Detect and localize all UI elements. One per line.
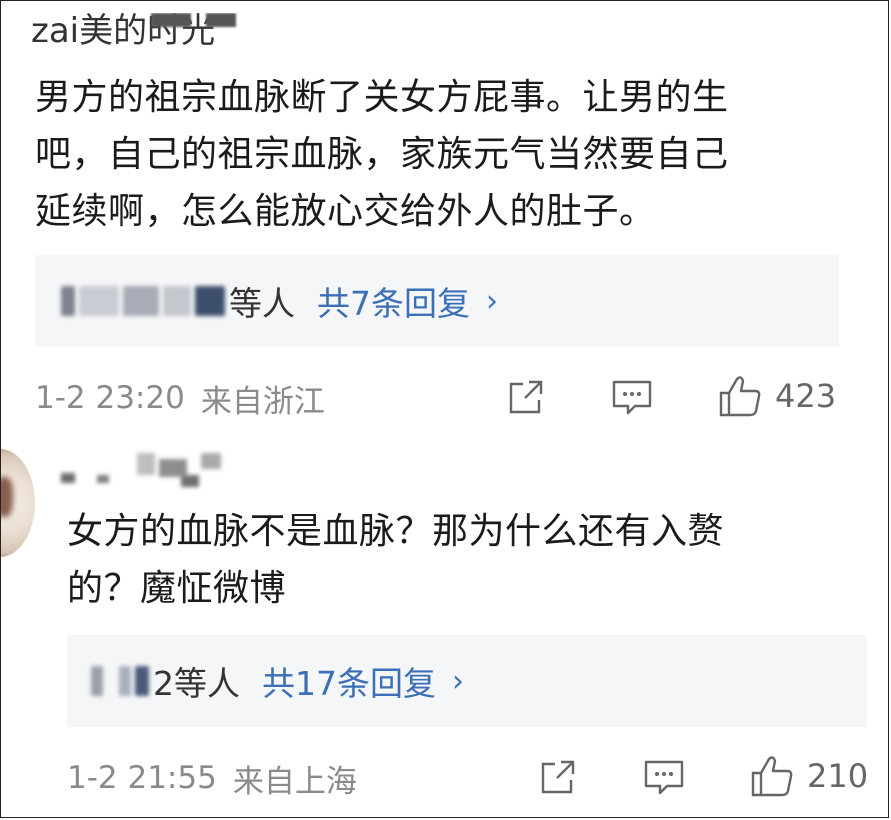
share-button[interactable] [539, 758, 577, 796]
comment-button[interactable] [611, 379, 653, 417]
like-icon [719, 376, 761, 417]
share-icon [509, 380, 543, 414]
username-blur-mask [206, 13, 236, 27]
share-button[interactable] [507, 378, 545, 416]
reply-users-blurred [61, 284, 229, 318]
comment2-line: 女方的血脉不是血脉？那为什么还有入赘 [67, 511, 725, 552]
weibo-comment-screenshot: zai美的时光 男方的祖宗血脉断了关女方屁事。让男的生 吧，自己的祖宗血脉，家族… [0, 0, 889, 818]
chevron-right-icon: › [486, 283, 498, 319]
comment2-replies-box[interactable]: 2等人 共17条回复 › [67, 635, 867, 727]
like-count: 210 [807, 757, 869, 795]
comment-time: 1-2 21:55 [67, 760, 217, 796]
comment-icon [612, 380, 652, 415]
reply-users-suffix: 2等人 [153, 664, 240, 703]
comment-button[interactable] [643, 759, 685, 797]
reply-count-link[interactable]: 共7条回复 [317, 277, 470, 325]
like-button[interactable]: 423 [717, 373, 836, 419]
comment-location: 来自上海 [232, 763, 357, 800]
comment2-meta: 1-2 21:55 来自上海 [67, 753, 357, 803]
avatar[interactable] [1, 449, 35, 557]
comment-location: 来自浙江 [200, 383, 325, 420]
comment1-replies-box[interactable]: 等人 共7条回复 › [35, 255, 839, 347]
comment1-line: 延续啊，怎么能放心交给外人的肚子。 [35, 191, 656, 232]
chevron-right-icon: › [452, 663, 464, 699]
reply-count-link[interactable]: 共17条回复 [262, 657, 436, 705]
comment2-text: 女方的血脉不是血脉？那为什么还有入赘 的？魔怔微博 [67, 503, 724, 617]
username-blur-mask [151, 13, 191, 27]
comment1-text: 男方的祖宗血脉断了关女方屁事。让男的生 吧，自己的祖宗血脉，家族元气当然要自己 … [35, 69, 729, 240]
share-icon [541, 760, 575, 794]
comment-time: 1-2 23:20 [35, 380, 185, 416]
like-button[interactable]: 210 [749, 753, 868, 799]
like-count: 423 [775, 377, 837, 415]
comment1-line: 男方的祖宗血脉断了关女方屁事。让男的生 [35, 77, 729, 118]
comment1-username[interactable]: zai美的时光 [31, 13, 251, 45]
like-icon [751, 756, 793, 797]
comment1-meta: 1-2 23:20 来自浙江 [35, 373, 325, 423]
comment2-username-blurred[interactable] [61, 453, 221, 493]
comment2-line: 的？魔怔微博 [67, 568, 287, 609]
reply-users-suffix: 等人 [229, 284, 295, 323]
reply-users-blurred [91, 664, 153, 698]
comment1-line: 吧，自己的祖宗血脉，家族元气当然要自己 [35, 134, 729, 175]
comment-icon [644, 760, 684, 795]
